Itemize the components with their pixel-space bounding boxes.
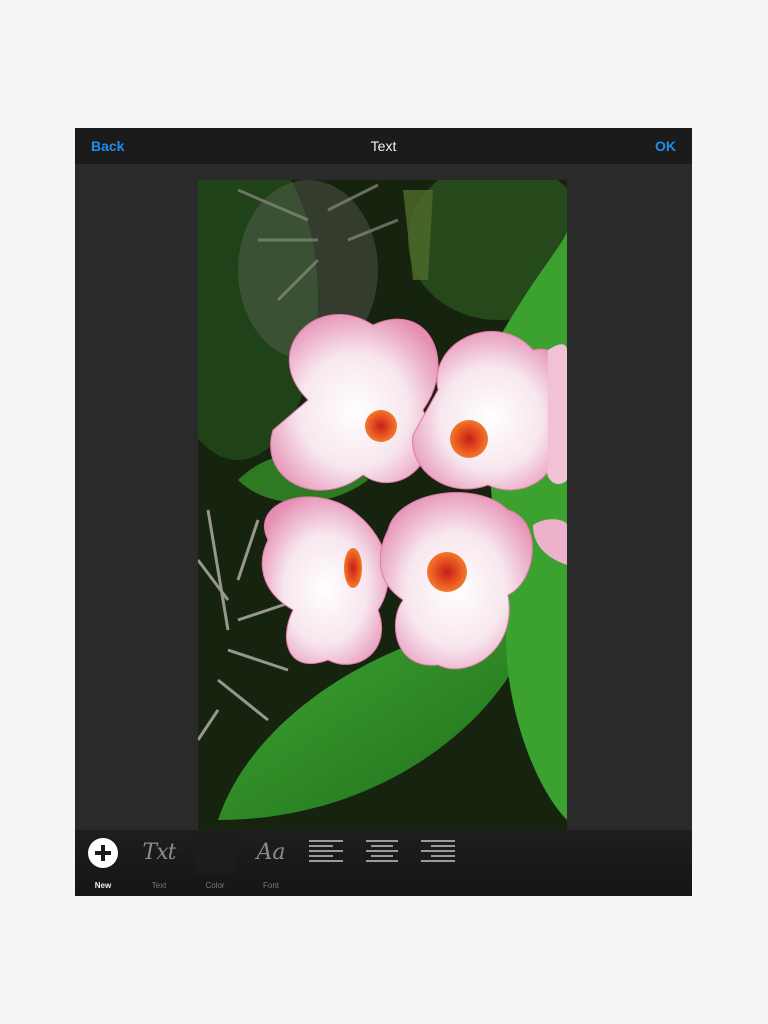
tool-label: Text — [151, 881, 167, 890]
flower-photo — [198, 180, 567, 830]
tool-label: New — [94, 881, 112, 890]
font-aa-icon: Aa — [256, 840, 286, 865]
align-right-icon — [421, 840, 457, 866]
tool-align-left[interactable] — [299, 830, 355, 896]
tool-align-right[interactable] — [411, 830, 467, 896]
tool-text[interactable]: Txt Text — [131, 830, 187, 896]
tool-font[interactable]: Aa Font — [243, 830, 299, 896]
tool-color[interactable]: Color — [187, 830, 243, 896]
align-left-icon — [309, 840, 345, 866]
page-title: Text — [370, 138, 397, 154]
navigation-bar: Back Text OK — [75, 128, 692, 164]
plus-circle-icon — [88, 838, 118, 868]
tool-label: Font — [262, 881, 279, 890]
photo-canvas[interactable] — [198, 180, 567, 830]
tool-label: Color — [205, 881, 225, 890]
canvas-area — [75, 164, 692, 830]
back-button[interactable]: Back — [91, 138, 124, 154]
text-editor-window: Back Text OK New Txt Text Color Aa Font — [75, 128, 692, 896]
tool-new[interactable]: New — [75, 830, 131, 896]
text-txt-icon: Txt — [142, 840, 177, 865]
color-swatch-icon — [195, 834, 235, 874]
bottom-toolbar: New Txt Text Color Aa Font — [75, 830, 692, 896]
tool-align-center[interactable] — [355, 830, 411, 896]
ok-button[interactable]: OK — [655, 138, 676, 154]
align-center-icon — [365, 840, 401, 866]
